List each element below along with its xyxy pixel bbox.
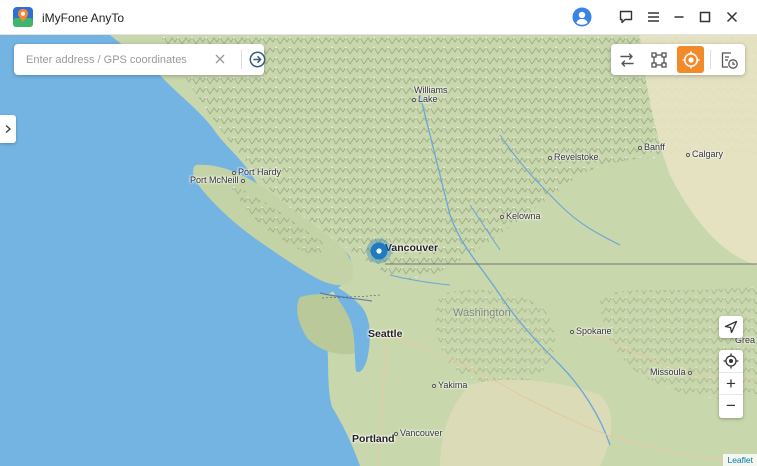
city-dot xyxy=(686,152,690,157)
place-missoula-label: Missoula xyxy=(650,367,686,377)
chevron-right-icon xyxy=(5,124,12,134)
place-spokane: Spokane xyxy=(570,326,612,336)
city-dot xyxy=(412,97,416,102)
user-avatar-icon[interactable] xyxy=(572,7,592,27)
place-calgary-label: Calgary xyxy=(692,149,724,159)
navigate-control xyxy=(719,316,743,338)
locate-me-icon xyxy=(723,353,739,369)
zoom-out-button[interactable]: − xyxy=(719,394,743,416)
city-dot xyxy=(432,383,436,388)
zoom-control: + − xyxy=(719,350,743,418)
menu-icon[interactable] xyxy=(643,7,663,27)
place-port-mcneill-label: Port McNeill xyxy=(190,175,239,185)
navigate-button[interactable] xyxy=(719,316,743,338)
multi-spot-route-icon xyxy=(619,52,634,67)
city-dot xyxy=(570,329,574,334)
place-williams-lake-label2: Lake xyxy=(418,94,438,104)
app-title: iMyFone AnyTo xyxy=(42,11,125,25)
place-yakima: Yakima xyxy=(432,380,467,390)
location-marker-icon[interactable] xyxy=(366,238,392,264)
place-kelowna-label: Kelowna xyxy=(506,211,541,221)
app-logo-icon xyxy=(13,7,33,27)
teleport-mode-icon xyxy=(682,51,699,68)
place-vancouver-wa-label: Vancouver xyxy=(400,428,443,438)
minimize-icon[interactable] xyxy=(669,7,689,27)
mode-toolbar xyxy=(611,44,745,75)
place-banff-label: Banff xyxy=(644,142,665,152)
sidebar-toggle-button[interactable] xyxy=(0,115,16,143)
clear-icon[interactable] xyxy=(213,52,227,66)
place-vancouver-label: Vancouver xyxy=(385,242,439,254)
jump-teleport-icon xyxy=(650,51,667,68)
close-icon[interactable] xyxy=(722,7,742,27)
place-portland-label: Portland xyxy=(352,433,395,445)
toolbar-divider xyxy=(710,50,711,69)
place-kelowna: Kelowna xyxy=(500,211,541,221)
place-seattle: Seattle xyxy=(368,328,402,340)
city-dot xyxy=(240,178,245,183)
zoom-out-icon: − xyxy=(726,395,736,415)
zoom-in-icon: + xyxy=(726,373,736,393)
place-calgary: Calgary xyxy=(686,149,723,159)
zoom-in-button[interactable]: + xyxy=(719,372,743,394)
place-banff: Banff xyxy=(638,142,665,152)
place-vancouver: Vancouver xyxy=(385,242,438,254)
place-missoula: Missoula xyxy=(650,367,694,377)
multi-spot-route-button[interactable] xyxy=(613,46,640,73)
place-washington-label: Washington xyxy=(453,307,511,319)
maximize-icon[interactable] xyxy=(695,7,715,27)
search-input[interactable] xyxy=(26,51,206,69)
history-icon xyxy=(721,51,738,69)
place-yakima-label: Yakima xyxy=(438,380,468,390)
place-revelstoke: Revelstoke xyxy=(548,152,599,162)
history-button[interactable] xyxy=(715,46,742,73)
place-williams-lake-line2: Lake xyxy=(412,94,438,104)
attribution-link[interactable]: Leaflet xyxy=(727,455,753,465)
title-bar: iMyFone AnyTo xyxy=(0,0,757,35)
city-dot xyxy=(638,145,642,150)
place-revelstoke-label: Revelstoke xyxy=(554,152,599,162)
place-seattle-label: Seattle xyxy=(368,328,403,340)
map-attribution[interactable]: Leaflet xyxy=(723,454,757,466)
city-dot xyxy=(548,155,552,160)
navigate-arrow-icon xyxy=(724,320,738,334)
place-port-mcneill: Port McNeill xyxy=(190,175,247,185)
teleport-mode-button[interactable] xyxy=(677,46,704,73)
locate-me-button[interactable] xyxy=(719,350,743,372)
search-bar xyxy=(14,44,266,75)
city-dot xyxy=(687,370,692,375)
search-divider xyxy=(241,50,242,69)
map-view[interactable]: Williams Lake Port Hardy Port McNeill Re… xyxy=(0,35,757,466)
place-vancouver-wa: Vancouver xyxy=(394,428,442,438)
city-dot xyxy=(394,431,398,436)
feedback-icon[interactable] xyxy=(616,7,636,27)
city-dot xyxy=(500,214,504,219)
place-washington: Washington xyxy=(453,307,511,319)
place-spokane-label: Spokane xyxy=(576,326,612,336)
search-go-icon[interactable] xyxy=(249,51,266,68)
place-portland: Portland xyxy=(352,433,395,445)
jump-teleport-button[interactable] xyxy=(645,46,672,73)
app-window: iMyFone AnyTo Williams Lake Port Hardy P… xyxy=(0,0,757,466)
